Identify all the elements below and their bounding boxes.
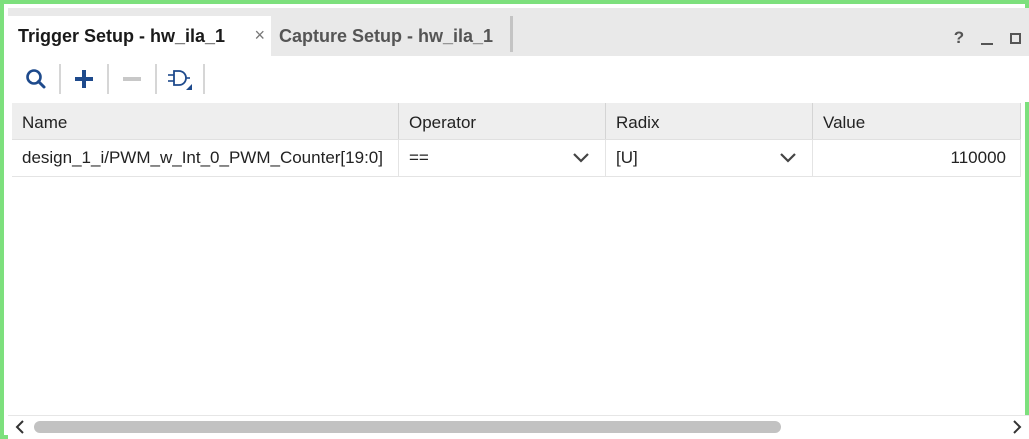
remove-icon [123,77,141,81]
tab-trigger-setup-label: Trigger Setup - hw_ila_1 [18,25,226,46]
trigger-probes-table: Name Operator Radix Value design_1_i/PWM… [12,103,1021,177]
operator-select[interactable]: == [399,140,606,176]
close-icon[interactable]: × [254,25,265,46]
probe-name-cell[interactable]: design_1_i/PWM_w_Int_0_PWM_Counter[19:0] [12,140,399,176]
toolbar-separator [203,64,205,94]
minimize-icon[interactable] [979,28,995,48]
scroll-thumb[interactable] [34,421,781,433]
radix-value: [U] [616,148,638,167]
column-header-name[interactable]: Name [12,103,399,139]
search-icon [26,69,46,89]
tab-trigger-setup[interactable]: Trigger Setup - hw_ila_1 × [8,16,271,56]
table-row[interactable]: design_1_i/PWM_w_Int_0_PWM_Counter[19:0]… [12,140,1021,177]
add-probe-button[interactable] [64,62,104,96]
column-header-value[interactable]: Value [813,103,1021,139]
tab-capture-setup-label: Capture Setup - hw_ila_1 [279,25,494,46]
toolbar-separator [59,64,61,94]
toolbar-separator [155,64,157,94]
toolbar [8,56,1029,102]
scroll-right-icon[interactable] [1009,418,1025,436]
column-header-radix[interactable]: Radix [606,103,813,139]
tab-divider [510,16,513,52]
chevron-down-icon[interactable] [573,140,589,176]
trigger-condition-icon [168,70,192,90]
remove-probe-button[interactable] [112,62,152,96]
column-header-operator[interactable]: Operator [399,103,606,139]
operator-value: == [409,148,429,167]
value-field[interactable]: 110000 [813,140,1021,176]
scroll-left-icon[interactable] [12,418,28,436]
window-controls: ? [951,28,1023,48]
tab-capture-setup[interactable]: Capture Setup - hw_ila_1 [271,16,511,56]
search-button[interactable] [16,62,56,96]
chevron-down-icon[interactable] [780,140,796,176]
trigger-setup-panel: Trigger Setup - hw_ila_1 × Capture Setup… [0,0,1029,439]
scroll-track[interactable] [34,421,1004,433]
maximize-icon[interactable] [1007,28,1023,48]
radix-select[interactable]: [U] [606,140,813,176]
trigger-condition-button[interactable] [160,62,200,96]
table-header: Name Operator Radix Value [12,103,1021,140]
add-icon [75,70,93,88]
horizontal-scrollbar[interactable] [8,415,1029,439]
toolbar-separator [107,64,109,94]
tab-bar: Trigger Setup - hw_ila_1 × Capture Setup… [8,8,1029,56]
help-icon[interactable]: ? [951,28,967,48]
